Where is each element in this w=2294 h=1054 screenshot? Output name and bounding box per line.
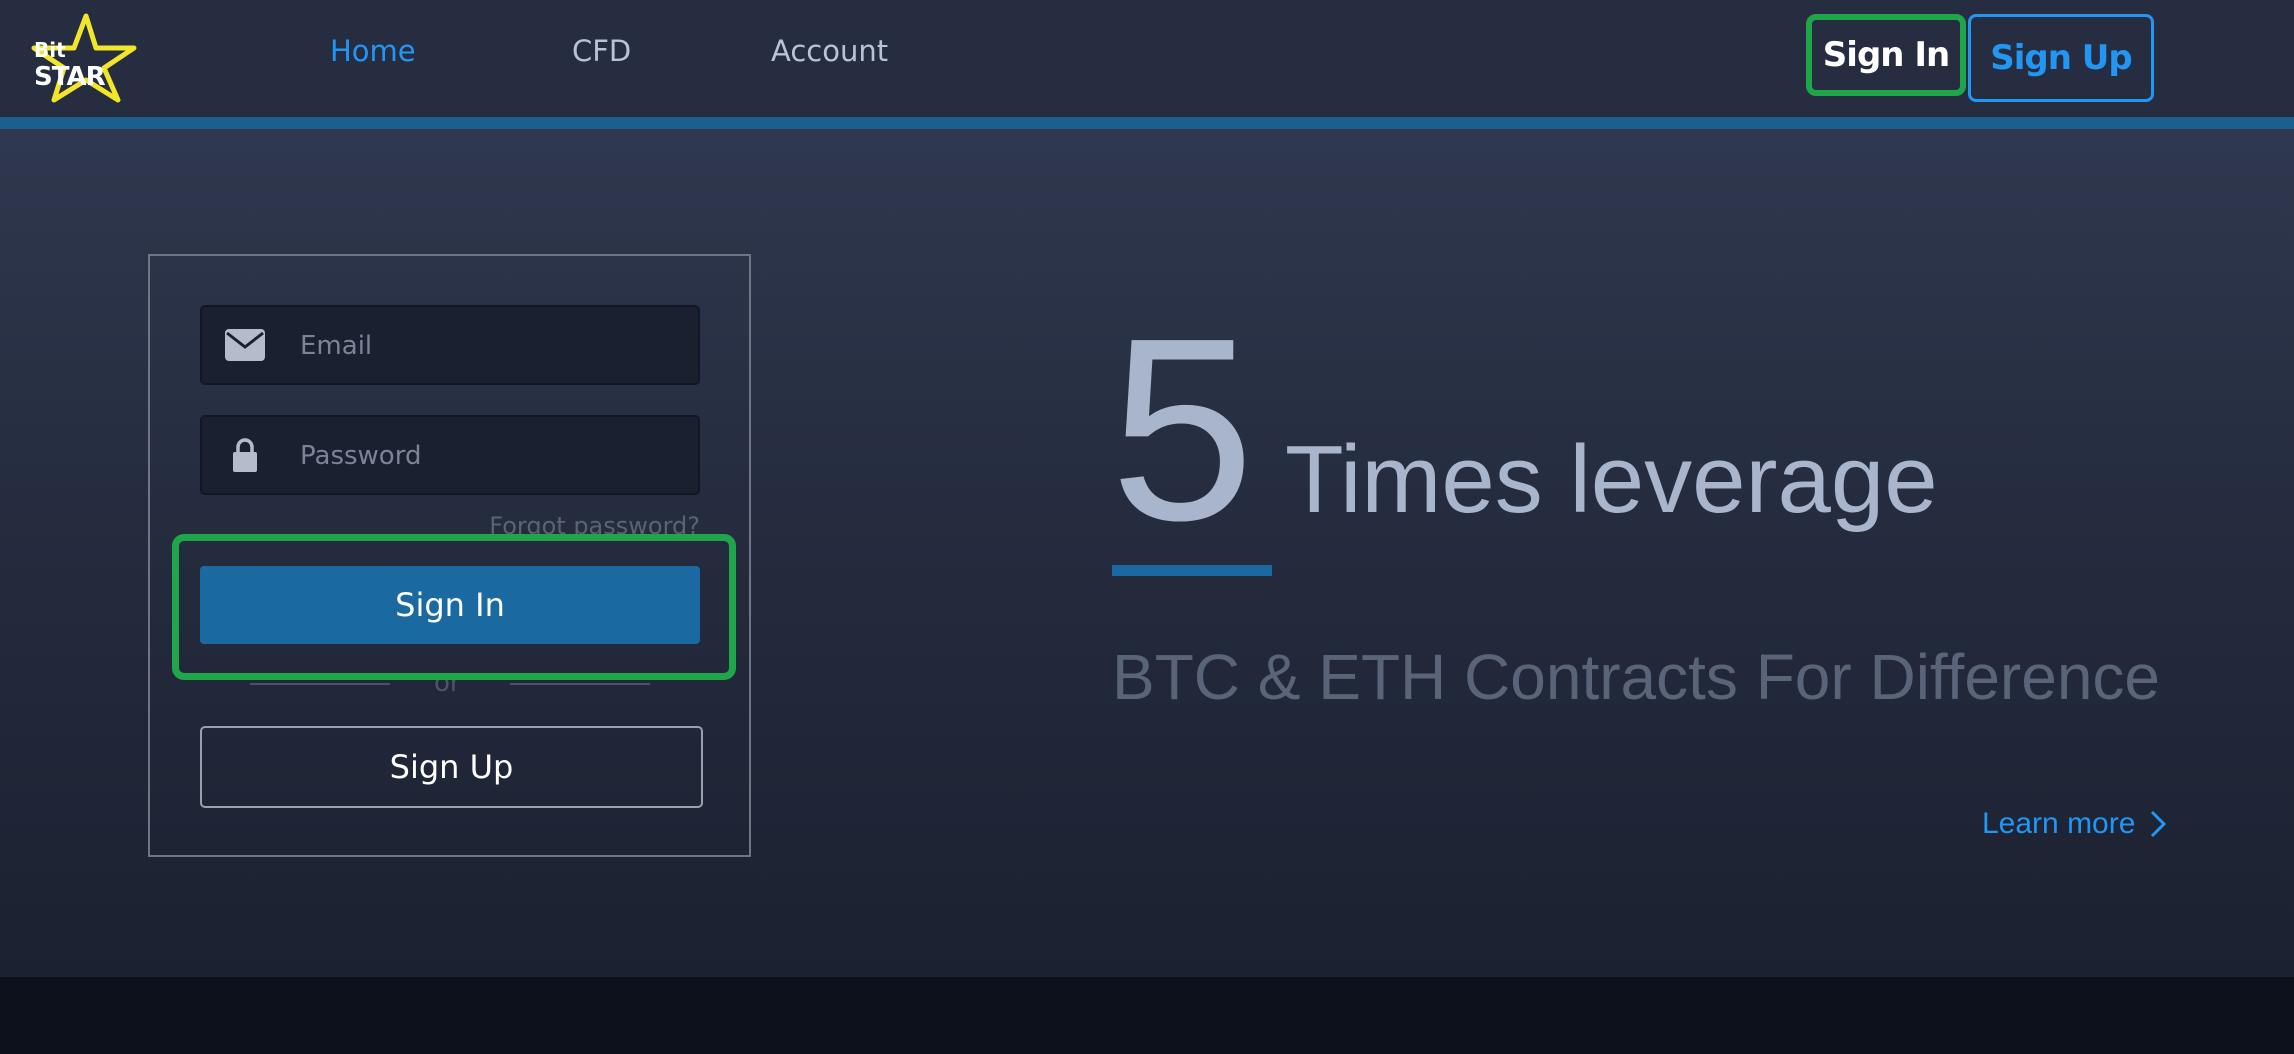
nav-home-link[interactable]: Home bbox=[330, 34, 416, 68]
logo-text-star: STAR bbox=[34, 62, 106, 92]
header-sign-up-button[interactable]: Sign Up bbox=[1968, 14, 2154, 102]
sign-up-button[interactable]: Sign Up bbox=[200, 726, 703, 808]
learn-more-label: Learn more bbox=[1982, 807, 2136, 840]
nav-account-link[interactable]: Account bbox=[771, 34, 888, 68]
password-field bbox=[200, 415, 700, 495]
bitstar-logo[interactable]: Bit STAR bbox=[28, 12, 140, 104]
envelope-icon bbox=[225, 329, 265, 361]
leverage-number: 5 bbox=[1110, 285, 1255, 575]
password-input[interactable] bbox=[298, 417, 682, 495]
leverage-headline: Times leverage bbox=[1285, 426, 1938, 533]
lock-icon bbox=[233, 438, 257, 472]
or-divider-left bbox=[250, 683, 390, 685]
top-navigation-bar: Bit STAR Home CFD Account Sign In Sign U… bbox=[0, 0, 2294, 117]
leverage-underline bbox=[1112, 565, 1272, 576]
hero-subtitle: BTC & ETH Contracts For Difference bbox=[1112, 641, 2160, 713]
sign-in-button[interactable]: Sign In bbox=[200, 566, 700, 644]
header-sign-in-button[interactable]: Sign In bbox=[1806, 14, 1966, 96]
email-field bbox=[200, 305, 700, 385]
learn-more-link[interactable]: Learn more bbox=[1982, 807, 2167, 841]
or-divider-right bbox=[510, 683, 650, 685]
header-accent-stripe bbox=[0, 117, 2294, 129]
page-footer-band bbox=[0, 977, 2294, 1054]
nav-cfd-link[interactable]: CFD bbox=[572, 34, 631, 68]
email-input[interactable] bbox=[298, 307, 682, 385]
chevron-right-icon bbox=[2151, 810, 2167, 838]
logo-text-bit: Bit bbox=[34, 38, 66, 62]
